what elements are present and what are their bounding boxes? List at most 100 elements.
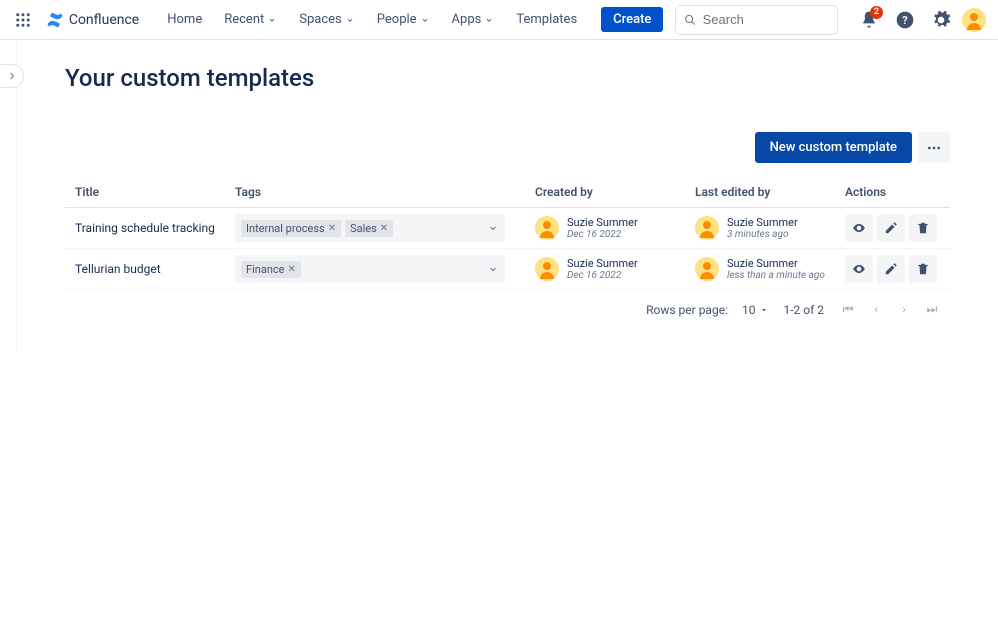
avatar: [695, 257, 719, 281]
nav-recent-label: Recent: [224, 12, 264, 27]
new-custom-template-label: New custom template: [770, 140, 897, 155]
first-page-icon[interactable]: ⏮: [838, 302, 858, 317]
tag-label: Sales: [350, 222, 377, 235]
confluence-icon: [45, 10, 65, 30]
templates-table: Title Tags Created by Last edited by Act…: [65, 177, 950, 290]
search-icon: [684, 13, 696, 27]
nav-apps-label: Apps: [452, 12, 482, 27]
tag-label: Internal process: [246, 222, 325, 235]
tag-remove-icon[interactable]: ✕: [328, 223, 336, 234]
nav-home[interactable]: Home: [157, 6, 212, 33]
tag-remove-icon[interactable]: ✕: [287, 264, 295, 275]
tag-chip: Finance✕: [241, 261, 301, 278]
prev-page-icon[interactable]: ‹: [866, 302, 886, 317]
nav-templates-label: Templates: [516, 12, 577, 27]
caret-down-icon: [759, 305, 769, 315]
col-title-header: Title: [75, 185, 235, 199]
tag-dropdown-icon[interactable]: [487, 263, 499, 275]
pencil-icon: [884, 221, 898, 235]
search-box[interactable]: [675, 5, 838, 35]
col-edited-header: Last edited by: [695, 185, 845, 199]
chevron-down-icon: [267, 15, 277, 25]
pagination: Rows per page: 10 1-2 of 2 ⏮ ‹ › ⏭: [65, 290, 950, 329]
nav-people-label: People: [377, 12, 417, 27]
tag-field[interactable]: Finance✕: [235, 255, 505, 283]
nav-templates[interactable]: Templates: [506, 6, 587, 33]
created-name: Suzie Summer: [567, 216, 638, 229]
chevron-down-icon: [345, 15, 355, 25]
pencil-icon: [884, 262, 898, 276]
nav-recent[interactable]: Recent: [214, 6, 287, 33]
last-page-icon[interactable]: ⏭: [922, 302, 942, 317]
row-title[interactable]: Training schedule tracking: [75, 221, 235, 235]
trash-icon: [916, 262, 930, 276]
chevron-down-icon: [420, 15, 430, 25]
topnav-icons: 2 ?: [854, 5, 986, 35]
rows-per-page-select[interactable]: 10: [742, 303, 770, 317]
trash-icon: [916, 221, 930, 235]
edit-button[interactable]: [877, 255, 905, 283]
table-header: Title Tags Created by Last edited by Act…: [65, 177, 950, 208]
row-title[interactable]: Tellurian budget: [75, 262, 235, 276]
view-button[interactable]: [845, 214, 873, 242]
edited-time: 3 minutes ago: [727, 229, 798, 240]
new-custom-template-button[interactable]: New custom template: [755, 132, 912, 163]
page-title: Your custom templates: [65, 64, 950, 92]
user-avatar[interactable]: [962, 8, 986, 32]
nav-items: Home Recent Spaces People Apps Templates: [157, 6, 587, 33]
notification-badge: 2: [870, 6, 883, 19]
sidebar-expand-icon[interactable]: [0, 64, 24, 88]
app-switcher-icon[interactable]: [12, 8, 35, 32]
brand-logo[interactable]: Confluence: [41, 10, 143, 30]
nav-spaces[interactable]: Spaces: [289, 6, 365, 33]
search-input[interactable]: [703, 12, 829, 27]
pager-nav: ⏮ ‹ › ⏭: [838, 302, 942, 317]
row-created-by: Suzie Summer Dec 16 2022: [535, 216, 695, 240]
tag-chip: Sales✕: [345, 220, 393, 237]
edited-name: Suzie Summer: [727, 257, 825, 270]
page-range: 1-2 of 2: [783, 303, 824, 317]
settings-icon[interactable]: [926, 5, 956, 35]
col-tags-header: Tags: [235, 185, 535, 199]
delete-button[interactable]: [909, 255, 937, 283]
rows-per-page-label: Rows per page:: [646, 303, 728, 317]
created-date: Dec 16 2022: [567, 229, 638, 240]
avatar: [535, 257, 559, 281]
more-actions-button[interactable]: [918, 132, 950, 163]
help-icon[interactable]: ?: [890, 5, 920, 35]
edited-name: Suzie Summer: [727, 216, 798, 229]
svg-text:?: ?: [902, 14, 907, 27]
avatar: [535, 216, 559, 240]
more-horizontal-icon: [926, 140, 942, 156]
tag-remove-icon[interactable]: ✕: [380, 223, 388, 234]
create-button[interactable]: Create: [601, 7, 663, 32]
create-button-label: Create: [613, 12, 651, 27]
row-actions: [845, 255, 940, 283]
nav-spaces-label: Spaces: [299, 12, 342, 27]
avatar: [695, 216, 719, 240]
next-page-icon[interactable]: ›: [894, 302, 914, 317]
row-tags: Internal process✕ Sales✕: [235, 214, 535, 242]
edit-button[interactable]: [877, 214, 905, 242]
brand-name: Confluence: [69, 12, 139, 28]
view-button[interactable]: [845, 255, 873, 283]
created-date: Dec 16 2022: [567, 270, 638, 281]
nav-apps[interactable]: Apps: [442, 6, 505, 33]
tag-dropdown-icon[interactable]: [487, 222, 499, 234]
row-created-by: Suzie Summer Dec 16 2022: [535, 257, 695, 281]
row-edited-by: Suzie Summer less than a minute ago: [695, 257, 845, 281]
action-bar: New custom template: [65, 132, 950, 163]
row-edited-by: Suzie Summer 3 minutes ago: [695, 216, 845, 240]
created-name: Suzie Summer: [567, 257, 638, 270]
table-row: Training schedule tracking Internal proc…: [65, 208, 950, 249]
delete-button[interactable]: [909, 214, 937, 242]
tag-chip: Internal process✕: [241, 220, 341, 237]
tag-field[interactable]: Internal process✕ Sales✕: [235, 214, 505, 242]
edited-time: less than a minute ago: [727, 270, 825, 281]
nav-people[interactable]: People: [367, 6, 440, 33]
rows-per-page-value: 10: [742, 303, 756, 317]
row-tags: Finance✕: [235, 255, 535, 283]
tag-label: Finance: [246, 263, 284, 276]
top-nav: Confluence Home Recent Spaces People App…: [0, 0, 998, 40]
notifications-icon[interactable]: 2: [854, 5, 884, 35]
